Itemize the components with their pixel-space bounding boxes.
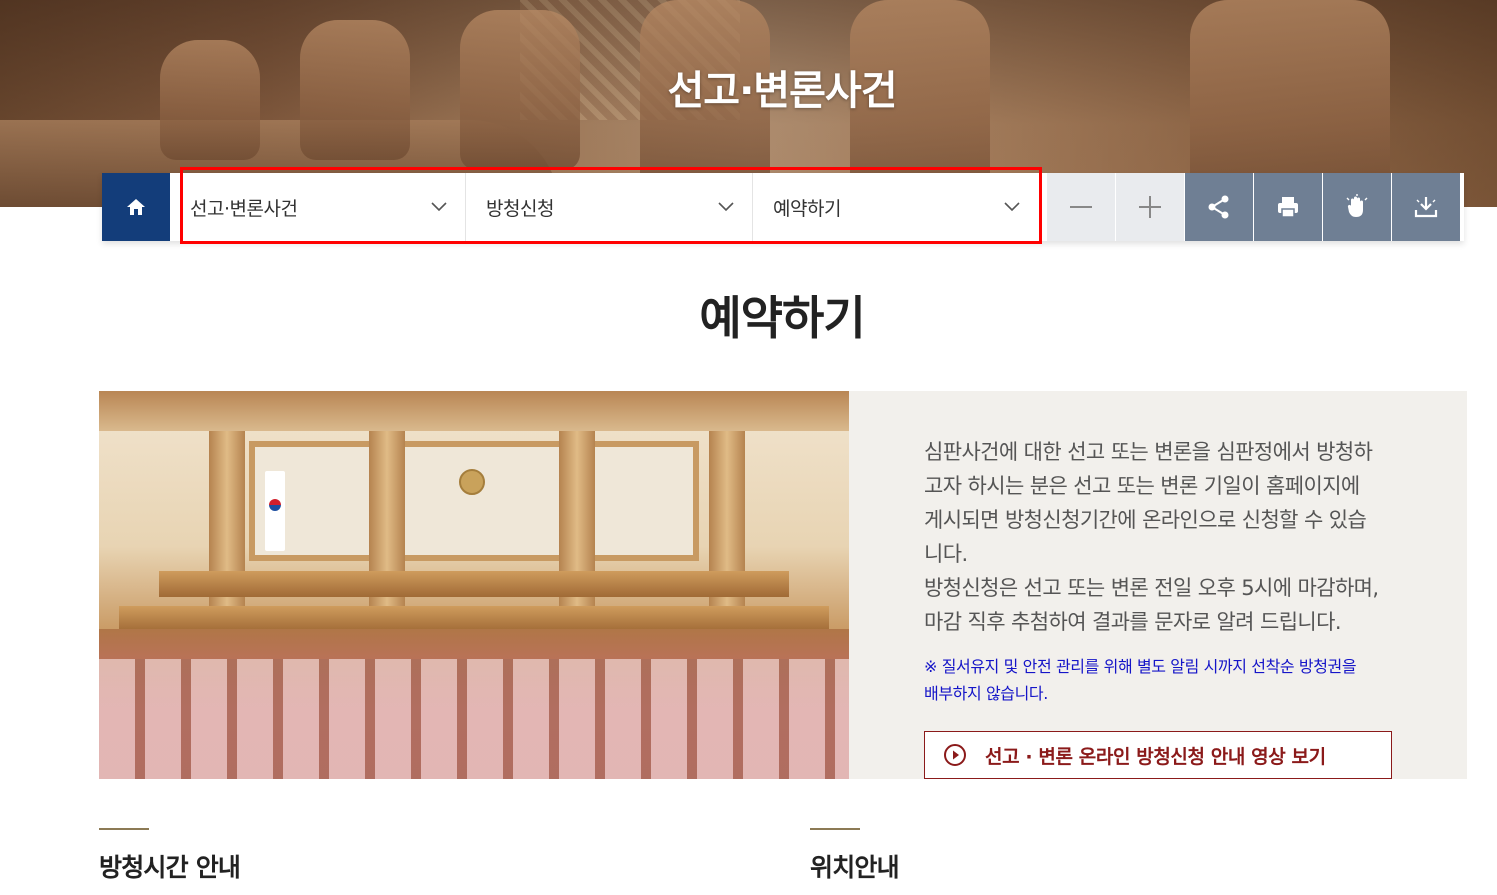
home-button[interactable] bbox=[102, 173, 170, 241]
hero-title: 선고·변론사건 bbox=[667, 68, 898, 114]
chevron-down-icon bbox=[1004, 202, 1020, 212]
breadcrumb-select-section[interactable]: 방청신청 bbox=[466, 173, 753, 241]
intro-text: 심판사건에 대한 선고 또는 변론을 심판정에서 방청하 고자 하시는 분은 선… bbox=[924, 435, 1449, 639]
section-title-hours: 방청시간 안내 bbox=[99, 853, 241, 882]
breadcrumb-select-category[interactable]: 선고·변론사건 bbox=[180, 173, 466, 241]
photo-back-wall bbox=[249, 441, 699, 561]
intro-text-line: 심판사건에 대한 선고 또는 변론을 심판정에서 방청하 bbox=[924, 440, 1373, 464]
location-navbar: 선고·변론사건 방청신청 예약하기 bbox=[102, 173, 1464, 241]
intro-text-line: 고자 하시는 분은 선고 또는 변론 기일이 홈페이지에 bbox=[924, 474, 1360, 498]
chevron-down-icon bbox=[431, 202, 447, 212]
download-button[interactable] bbox=[1391, 173, 1460, 241]
intro-text-line: 마감 직후 추첨하여 결과를 문자로 알려 드립니다. bbox=[924, 610, 1342, 634]
share-button[interactable] bbox=[1184, 173, 1253, 241]
share-icon bbox=[1208, 195, 1229, 219]
court-emblem-image bbox=[459, 469, 485, 495]
intro-text-line: 방청신청은 선고 또는 변론 전일 오후 5시에 마감하며, bbox=[924, 576, 1379, 600]
zoom-in-button[interactable] bbox=[1115, 173, 1184, 241]
chevron-down-icon bbox=[718, 202, 734, 212]
intro-text-line: 니다. bbox=[924, 542, 968, 566]
download-icon bbox=[1414, 197, 1438, 218]
breadcrumb-label: 예약하기 bbox=[773, 197, 841, 220]
print-icon bbox=[1278, 197, 1298, 218]
guide-video-button[interactable]: 선고 · 변론 온라인 방청신청 안내 영상 보기 bbox=[924, 731, 1392, 779]
section-divider bbox=[810, 828, 860, 830]
flag-image bbox=[265, 471, 285, 551]
section-title-location: 위치안내 bbox=[810, 853, 900, 882]
photo-audience-seats bbox=[99, 659, 849, 779]
accessibility-button[interactable] bbox=[1322, 173, 1391, 241]
intro-notice-line: 배부하지 않습니다. bbox=[924, 684, 1048, 703]
intro-notice: ※ 질서유지 및 안전 관리를 위해 별도 알림 시까지 선착순 방청권을 배부… bbox=[924, 653, 1444, 707]
intro-info-box: 심판사건에 대한 선고 또는 변론을 심판정에서 방청하 고자 하시는 분은 선… bbox=[849, 391, 1467, 779]
print-button[interactable] bbox=[1253, 173, 1322, 241]
intro-text-line: 게시되면 방청신청기간에 온라인으로 신청할 수 있습 bbox=[924, 508, 1367, 532]
hand-icon bbox=[1346, 194, 1368, 217]
photo-ceiling bbox=[99, 391, 849, 431]
play-circle-icon bbox=[944, 744, 966, 766]
photo-judges-bench bbox=[159, 571, 789, 597]
courtroom-photo bbox=[99, 391, 849, 779]
toolbar-spacer bbox=[1038, 173, 1046, 241]
guide-video-button-label: 선고 · 변론 온라인 방청신청 안내 영상 보기 bbox=[985, 745, 1326, 768]
intro-notice-line: ※ 질서유지 및 안전 관리를 위해 별도 알림 시까지 선착순 방청권을 bbox=[924, 657, 1357, 676]
home-icon bbox=[127, 199, 145, 215]
minus-icon bbox=[1070, 206, 1092, 208]
breadcrumb-label: 방청신청 bbox=[486, 197, 554, 220]
zoom-out-button[interactable] bbox=[1046, 173, 1115, 241]
plus-icon bbox=[1139, 196, 1161, 218]
page-title: 예약하기 bbox=[699, 291, 865, 345]
breadcrumb: 선고·변론사건 방청신청 예약하기 bbox=[170, 173, 1038, 241]
breadcrumb-label: 선고·변론사건 bbox=[190, 197, 298, 220]
section-divider bbox=[99, 828, 149, 830]
breadcrumb-select-page[interactable]: 예약하기 bbox=[753, 173, 1038, 241]
